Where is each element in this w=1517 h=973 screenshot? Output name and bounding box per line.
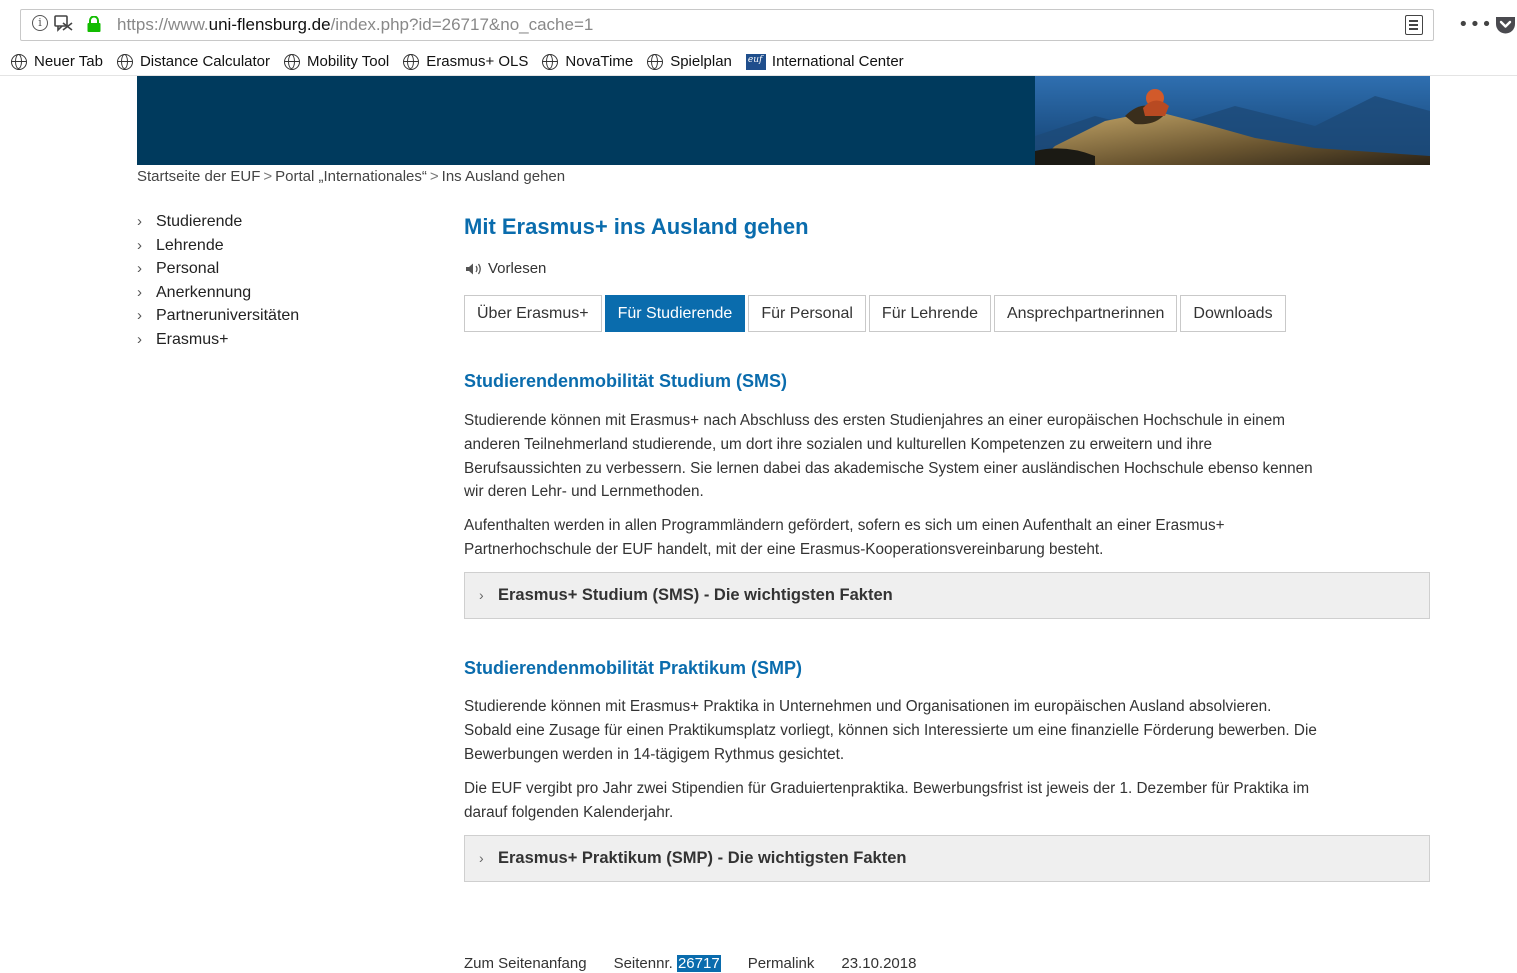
header-banner (137, 76, 1430, 165)
page-title: Mit Erasmus+ ins Ausland gehen (464, 214, 809, 239)
chevron-right-icon: › (479, 587, 484, 603)
globe-icon (647, 53, 664, 70)
tab-fuer-studierende[interactable]: Für Studierende (604, 295, 746, 332)
permalink-link[interactable]: Permalink (748, 955, 815, 972)
globe-icon (542, 53, 559, 70)
sidenav-item-personal[interactable]: › Personal (137, 258, 299, 282)
page-number: Seitennr. 26717 (613, 955, 721, 972)
chevron-right-icon: › (137, 236, 142, 254)
chevron-right-icon: › (137, 260, 142, 277)
page-footer: Zum Seitenanfang Seitennr. 26717 Permali… (464, 955, 943, 972)
url-text[interactable]: https://www.uni-flensburg.de/index.php?i… (117, 15, 593, 35)
bookmark-distance-calculator[interactable]: Distance Calculator (116, 53, 270, 70)
side-navigation: › Studierende › Lehrende › Personal › Anerke… (137, 211, 299, 352)
globe-icon (116, 53, 133, 70)
euf-logo-icon (745, 53, 766, 70)
sidenav-item-studierende[interactable]: › Studierende (137, 211, 299, 235)
read-aloud-button[interactable]: Vorlesen (465, 260, 546, 277)
sidenav-item-partneruniversitaeten[interactable]: › Partneruniversitäten (137, 305, 299, 329)
tab-fuer-lehrende[interactable]: Für Lehrende (868, 295, 991, 332)
tab-fuer-personal[interactable]: Für Personal (748, 295, 866, 332)
chevron-right-icon: › (479, 850, 484, 866)
page-number-value: 26717 (676, 955, 721, 972)
smp-paragraph-1: Studierende können mit Erasmus+ Praktika… (464, 698, 1317, 763)
section-heading-sms: Studierendenmobilität Studium (SMS) (464, 371, 787, 391)
secure-lock-icon[interactable] (85, 16, 103, 32)
page-date: 23.10.2018 (841, 955, 917, 972)
site-info-icon[interactable]: i (32, 15, 48, 31)
bookmark-international-center[interactable]: International Center (745, 53, 904, 70)
breadcrumb-current: Ins Ausland gehen (441, 168, 566, 185)
pocket-icon[interactable] (1494, 14, 1517, 36)
chevron-right-icon: › (137, 283, 142, 301)
bookmark-neuer-tab[interactable]: Neuer Tab (11, 53, 103, 70)
sidenav-item-lehrende[interactable]: › Lehrende (137, 235, 299, 259)
breadcrumb-home[interactable]: Startseite der EUF (137, 168, 260, 185)
breadcrumb: Startseite der EUF > Portal „International… (137, 168, 565, 185)
banner-photo (1035, 76, 1430, 165)
tab-ansprechpartnerinnen[interactable]: Ansprechpartnerinnen (993, 295, 1178, 332)
bookmark-spielplan[interactable]: Spielplan (647, 53, 732, 70)
accordion-sms-facts[interactable]: › Erasmus+ Studium (SMS) - Die wichtigste… (464, 572, 1430, 619)
sms-paragraph-2: Aufenthalten werden in allen Programmlän… (464, 517, 1225, 558)
bookmark-erasmus-ols[interactable]: Erasmus+ OLS (403, 53, 528, 70)
browser-toolbar: i https://www.uni-flensburg.de/index.php… (0, 0, 1517, 48)
tab-bar: Über Erasmus+ Für Studierende Für Person… (464, 295, 1289, 332)
chevron-right-icon: › (137, 307, 142, 324)
bookmark-mobility-tool[interactable]: Mobility Tool (284, 53, 389, 70)
sidenav-item-anerkennung[interactable]: › Anerkennung (137, 282, 299, 306)
globe-icon (284, 53, 300, 70)
main-content: Mit Erasmus+ ins Ausland gehen Vorlesen … (464, 211, 1430, 882)
permissions-icon[interactable] (54, 14, 74, 32)
tab-downloads[interactable]: Downloads (1180, 295, 1286, 332)
speaker-icon (466, 263, 481, 274)
chevron-right-icon: › (137, 330, 142, 348)
breadcrumb-separator: > (263, 168, 273, 185)
smp-paragraph-2: Die EUF vergibt pro Jahr zwei Stipendien… (464, 780, 1310, 821)
breadcrumb-separator: > (429, 168, 439, 185)
chevron-right-icon: › (137, 213, 142, 230)
accordion-smp-facts[interactable]: › Erasmus+ Praktikum (SMP) - Die wichtigs… (464, 835, 1430, 882)
reader-view-icon[interactable] (1405, 15, 1423, 35)
globe-icon (403, 53, 420, 70)
breadcrumb-portal-internationales[interactable]: Portal „Internationales“ (275, 168, 427, 185)
back-to-top-link[interactable]: Zum Seitenanfang (464, 955, 587, 972)
sms-paragraph-1: Studierende können mit Erasmus+ nach Abs… (464, 412, 1313, 501)
section-heading-smp: Studierendenmobilität Praktikum (SMP) (464, 658, 803, 678)
sidenav-item-erasmus[interactable]: › Erasmus+ (137, 329, 299, 353)
bookmarks-bar: Neuer Tab Distance Calculator Mobility T… (0, 48, 1517, 76)
page-actions-more-icon[interactable]: ••• (1458, 14, 1493, 35)
bookmark-novatime[interactable]: NovaTime (542, 53, 633, 70)
tab-ueber-erasmus[interactable]: Über Erasmus+ (464, 295, 602, 332)
globe-icon (11, 53, 27, 70)
